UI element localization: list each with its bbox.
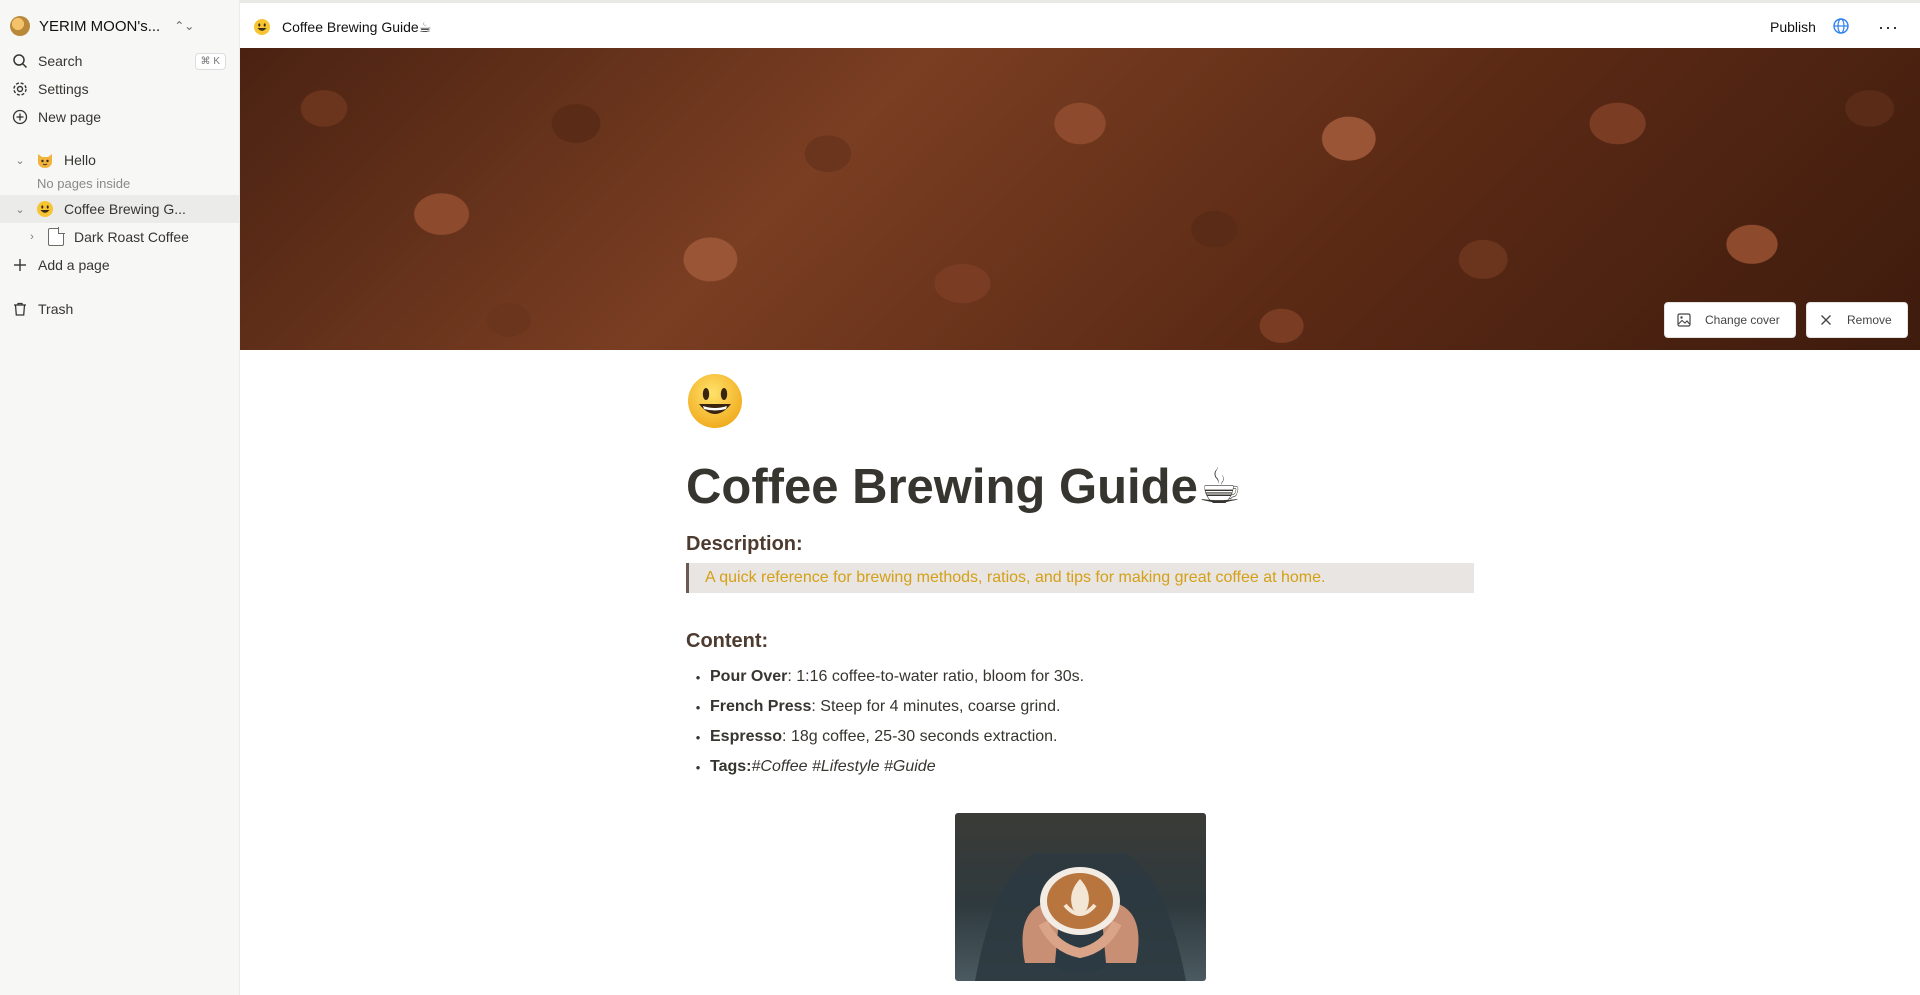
list-item-term: Tags:	[710, 758, 752, 775]
page-icon-smiley[interactable]	[686, 372, 746, 432]
empty-children-text: No pages inside	[37, 176, 131, 191]
new-page-button[interactable]: New page	[10, 104, 230, 130]
chevron-down-icon[interactable]: ⌄	[12, 154, 28, 167]
content-list: • Pour Over : 1:16 coffee-to-water ratio…	[686, 662, 1084, 782]
search-icon	[10, 51, 30, 71]
bullet-icon: •	[695, 759, 701, 775]
search-button[interactable]: Search ⌘ K	[10, 48, 230, 74]
smiley-emoji-icon	[252, 17, 272, 37]
workspace-avatar	[10, 16, 30, 36]
list-item-term: Pour Over	[710, 668, 788, 685]
list-item[interactable]: • Pour Over : 1:16 coffee-to-water ratio…	[686, 662, 1084, 692]
list-item-term: French Press	[710, 698, 812, 715]
plus-icon	[10, 255, 30, 275]
change-cover-button[interactable]: Change cover	[1664, 302, 1796, 338]
smiley-emoji-icon	[34, 198, 56, 220]
plus-circle-icon	[10, 107, 30, 127]
breadcrumb[interactable]: Coffee Brewing Guide☕	[252, 17, 431, 37]
gear-icon	[10, 79, 30, 99]
remove-cover-label: Remove	[1847, 313, 1892, 327]
trash-icon	[10, 299, 30, 319]
list-item[interactable]: • Tags: #Coffee #Lifestyle #Guide	[686, 752, 1084, 782]
tree-item-label: Hello	[64, 152, 96, 168]
add-page-label: Add a page	[38, 257, 110, 273]
top-bar: Coffee Brewing Guide☕ Publish ···	[240, 0, 1920, 48]
new-page-label: New page	[38, 109, 102, 125]
list-item-term: Espresso	[710, 728, 783, 745]
tree-item-dark-roast-coffee[interactable]: › Dark Roast Coffee	[0, 223, 240, 251]
add-page-button[interactable]: Add a page	[10, 252, 230, 278]
bullet-icon: •	[695, 729, 701, 745]
search-label: Search	[38, 53, 83, 69]
content-heading[interactable]: Content:	[686, 630, 768, 653]
more-options-button[interactable]: ···	[1878, 17, 1899, 38]
document-icon	[48, 227, 65, 246]
description-quote[interactable]: A quick reference for brewing methods, r…	[686, 563, 1474, 593]
cat-face-emoji-icon	[34, 149, 56, 171]
bullet-icon: •	[695, 669, 701, 685]
tree-item-hello[interactable]: ⌄ Hello	[0, 146, 240, 174]
image-icon	[1677, 313, 1691, 327]
chevron-up-down-icon: ⌃⌄	[174, 19, 195, 33]
list-item[interactable]: • Espresso : 18g coffee, 25-30 seconds e…	[686, 722, 1084, 752]
tree-item-label: Coffee Brewing G...	[64, 201, 186, 217]
settings-button[interactable]: Settings	[10, 76, 230, 102]
latte-art-image[interactable]	[955, 813, 1206, 981]
trash-label: Trash	[38, 301, 74, 317]
chevron-right-icon[interactable]: ›	[24, 231, 40, 243]
remove-cover-button[interactable]: Remove	[1806, 302, 1908, 338]
search-shortcut: ⌘ K	[194, 52, 226, 70]
tree-item-label: Dark Roast Coffee	[74, 229, 189, 245]
publish-button[interactable]: Publish	[1770, 19, 1816, 35]
cover-image: Change cover Remove	[240, 48, 1920, 350]
chevron-down-icon[interactable]: ⌄	[12, 203, 28, 216]
tree-item-coffee-brewing-guide[interactable]: ⌄ Coffee Brewing G...	[0, 195, 240, 223]
description-text: A quick reference for brewing methods, r…	[705, 569, 1326, 586]
tags-text: #Coffee #Lifestyle #Guide	[751, 758, 936, 775]
description-heading[interactable]: Description:	[686, 533, 803, 556]
list-item-text: : Steep for 4 minutes, coarse grind.	[811, 698, 1061, 715]
trash-button[interactable]: Trash	[10, 296, 230, 322]
close-icon	[1819, 313, 1833, 327]
workspace-switcher[interactable]: YERIM MOON's... ⌃⌄	[10, 14, 230, 38]
globe-icon[interactable]	[1832, 17, 1852, 37]
bullet-icon: •	[695, 699, 701, 715]
list-item-text: : 1:16 coffee-to-water ratio, bloom for …	[787, 668, 1085, 685]
list-item-text: : 18g coffee, 25-30 seconds extraction.	[782, 728, 1058, 745]
change-cover-label: Change cover	[1705, 313, 1780, 327]
sidebar: YERIM MOON's... ⌃⌄ Search ⌘ K Settings N…	[0, 0, 240, 995]
page-title[interactable]: Coffee Brewing Guide☕	[686, 458, 1242, 515]
breadcrumb-title: Coffee Brewing Guide☕	[282, 18, 432, 35]
list-item[interactable]: • French Press : Steep for 4 minutes, co…	[686, 692, 1084, 722]
settings-label: Settings	[38, 81, 89, 97]
workspace-name: YERIM MOON's...	[39, 17, 161, 35]
